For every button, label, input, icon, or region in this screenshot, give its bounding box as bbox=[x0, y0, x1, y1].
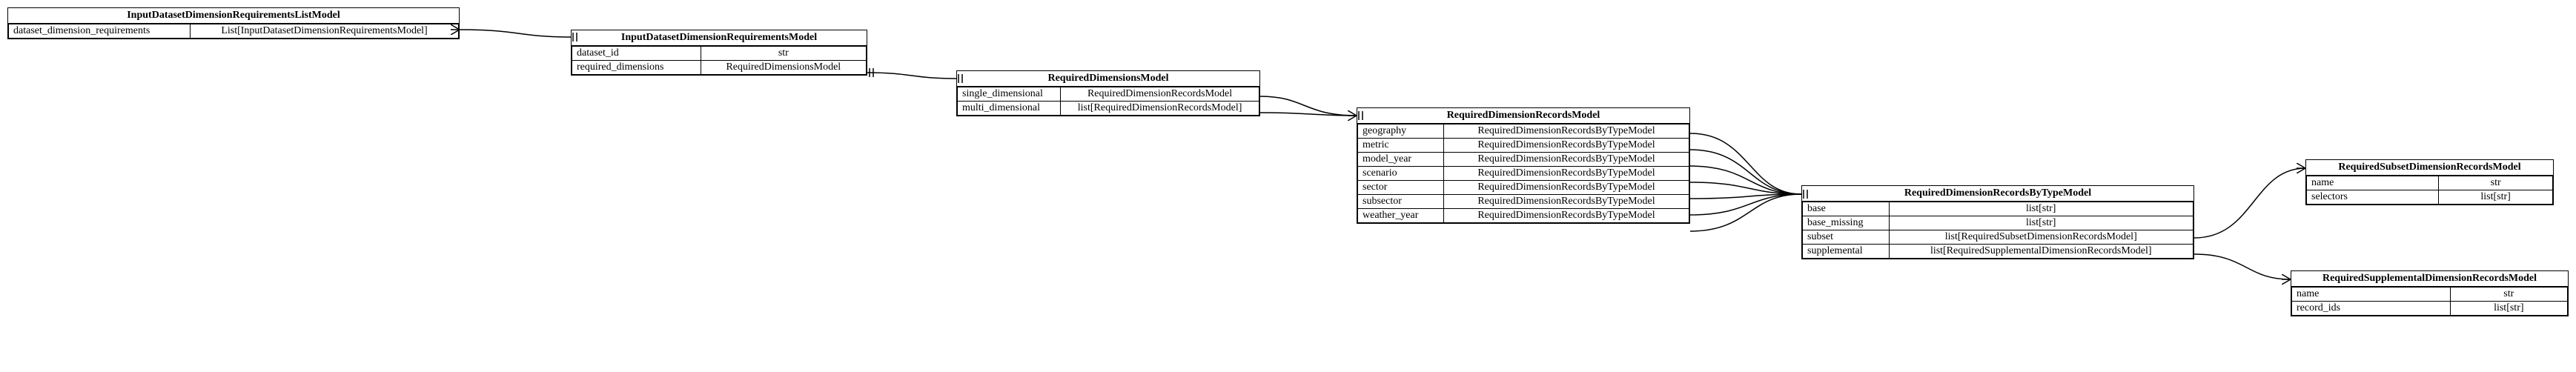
table-row: required_dimensions RequiredDimensionsMo… bbox=[572, 61, 867, 75]
field-type: str bbox=[2450, 288, 2567, 302]
entity-rows: single_dimensional RequiredDimensionReco… bbox=[957, 87, 1259, 116]
field-type: RequiredDimensionRecordsByTypeModel bbox=[1443, 139, 1689, 153]
table-row: metric RequiredDimensionRecordsByTypeMod… bbox=[1358, 139, 1689, 153]
entity-requireddimensionsmodel: RequiredDimensionsModel single_dimension… bbox=[956, 70, 1260, 116]
entity-rows: name str selectors list[str] bbox=[2306, 176, 2553, 205]
table-row: geography RequiredDimensionRecordsByType… bbox=[1358, 124, 1689, 139]
entity-requireddimensionrecordsmodel: RequiredDimensionRecordsModel geography … bbox=[1357, 107, 1690, 224]
table-row: name str bbox=[2292, 288, 2568, 302]
field-type: List[InputDatasetDimensionRequirementsMo… bbox=[191, 24, 459, 39]
field-name: subsector bbox=[1358, 195, 1444, 209]
field-name: dataset_id bbox=[572, 47, 701, 61]
field-name: sector bbox=[1358, 181, 1444, 195]
field-type: list[str] bbox=[2450, 302, 2567, 316]
entity-rows: base list[str] base_missing list[str] su… bbox=[1802, 202, 2193, 259]
field-name: scenario bbox=[1358, 167, 1444, 181]
field-name: name bbox=[2307, 176, 2439, 190]
field-type: RequiredDimensionRecordsByTypeModel bbox=[1443, 209, 1689, 223]
table-row: sector RequiredDimensionRecordsByTypeMod… bbox=[1358, 181, 1689, 195]
field-type: list[RequiredDimensionRecordsModel] bbox=[1061, 102, 1259, 116]
er-diagram-canvas: InputDatasetDimensionRequirementsListMod… bbox=[0, 0, 2576, 372]
table-row: model_year RequiredDimensionRecordsByTyp… bbox=[1358, 153, 1689, 167]
field-name: name bbox=[2292, 288, 2451, 302]
entity-rows: geography RequiredDimensionRecordsByType… bbox=[1357, 124, 1689, 223]
entity-inputdatasetdimensionrequirementslistmodel: InputDatasetDimensionRequirementsListMod… bbox=[7, 7, 460, 39]
table-row: base_missing list[str] bbox=[1803, 216, 2193, 230]
table-row: dataset_dimension_requirements List[Inpu… bbox=[9, 24, 459, 39]
field-name: supplemental bbox=[1803, 245, 1890, 259]
field-type: RequiredDimensionRecordsByTypeModel bbox=[1443, 167, 1689, 181]
table-row: record_ids list[str] bbox=[2292, 302, 2568, 316]
entity-title: RequiredDimensionsModel bbox=[957, 71, 1259, 87]
entity-title: RequiredSubsetDimensionRecordsModel bbox=[2306, 160, 2553, 176]
field-name: required_dimensions bbox=[572, 61, 701, 75]
table-row: name str bbox=[2307, 176, 2553, 190]
entity-title: RequiredDimensionRecordsByTypeModel bbox=[1802, 186, 2193, 202]
field-type: str bbox=[701, 47, 866, 61]
field-type: str bbox=[2439, 176, 2553, 190]
table-row: selectors list[str] bbox=[2307, 190, 2553, 205]
table-row: multi_dimensional list[RequiredDimension… bbox=[958, 102, 1259, 116]
table-row: dataset_id str bbox=[572, 47, 867, 61]
field-type: RequiredDimensionsModel bbox=[701, 61, 866, 75]
field-type: list[RequiredSubsetDimensionRecordsModel… bbox=[1889, 230, 2193, 245]
entity-requiredsubsetdimensionrecordsmodel: RequiredSubsetDimensionRecordsModel name… bbox=[2305, 159, 2554, 205]
entity-title: InputDatasetDimensionRequirementsModel bbox=[572, 30, 867, 46]
entity-title: RequiredSupplementalDimensionRecordsMode… bbox=[2291, 271, 2568, 287]
field-name: subset bbox=[1803, 230, 1890, 245]
entity-inputdatasetdimensionrequirementsmodel: InputDatasetDimensionRequirementsModel d… bbox=[571, 30, 867, 76]
entity-rows: dataset_id str required_dimensions Requi… bbox=[572, 46, 867, 75]
entity-rows: dataset_dimension_requirements List[Inpu… bbox=[8, 24, 459, 39]
entity-requireddimensionrecordsbytypemodel: RequiredDimensionRecordsByTypeModel base… bbox=[1801, 185, 2194, 259]
table-row: single_dimensional RequiredDimensionReco… bbox=[958, 87, 1259, 102]
entity-rows: name str record_ids list[str] bbox=[2291, 287, 2568, 316]
entity-requiredsupplementaldimensionrecordsmodel: RequiredSupplementalDimensionRecordsMode… bbox=[2291, 270, 2569, 316]
field-type: RequiredDimensionRecordsModel bbox=[1061, 87, 1259, 102]
entity-title: RequiredDimensionRecordsModel bbox=[1357, 108, 1689, 124]
table-row: scenario RequiredDimensionRecordsByTypeM… bbox=[1358, 167, 1689, 181]
field-name: metric bbox=[1358, 139, 1444, 153]
field-type: RequiredDimensionRecordsByTypeModel bbox=[1443, 153, 1689, 167]
table-row: subset list[RequiredSubsetDimensionRecor… bbox=[1803, 230, 2193, 245]
field-type: RequiredDimensionRecordsByTypeModel bbox=[1443, 181, 1689, 195]
field-name: selectors bbox=[2307, 190, 2439, 205]
field-name: multi_dimensional bbox=[958, 102, 1061, 116]
field-name: model_year bbox=[1358, 153, 1444, 167]
field-type: RequiredDimensionRecordsByTypeModel bbox=[1443, 124, 1689, 139]
table-row: supplemental list[RequiredSupplementalDi… bbox=[1803, 245, 2193, 259]
entity-title: InputDatasetDimensionRequirementsListMod… bbox=[8, 8, 459, 24]
field-name: base_missing bbox=[1803, 216, 1890, 230]
table-row: weather_year RequiredDimensionRecordsByT… bbox=[1358, 209, 1689, 223]
field-type: RequiredDimensionRecordsByTypeModel bbox=[1443, 195, 1689, 209]
table-row: subsector RequiredDimensionRecordsByType… bbox=[1358, 195, 1689, 209]
field-name: single_dimensional bbox=[958, 87, 1061, 102]
field-type: list[RequiredSupplementalDimensionRecord… bbox=[1889, 245, 2193, 259]
field-name: geography bbox=[1358, 124, 1444, 139]
field-name: weather_year bbox=[1358, 209, 1444, 223]
field-type: list[str] bbox=[1889, 216, 2193, 230]
field-name: dataset_dimension_requirements bbox=[9, 24, 191, 39]
table-row: base list[str] bbox=[1803, 202, 2193, 216]
field-name: record_ids bbox=[2292, 302, 2451, 316]
field-name: base bbox=[1803, 202, 1890, 216]
field-type: list[str] bbox=[2439, 190, 2553, 205]
field-type: list[str] bbox=[1889, 202, 2193, 216]
